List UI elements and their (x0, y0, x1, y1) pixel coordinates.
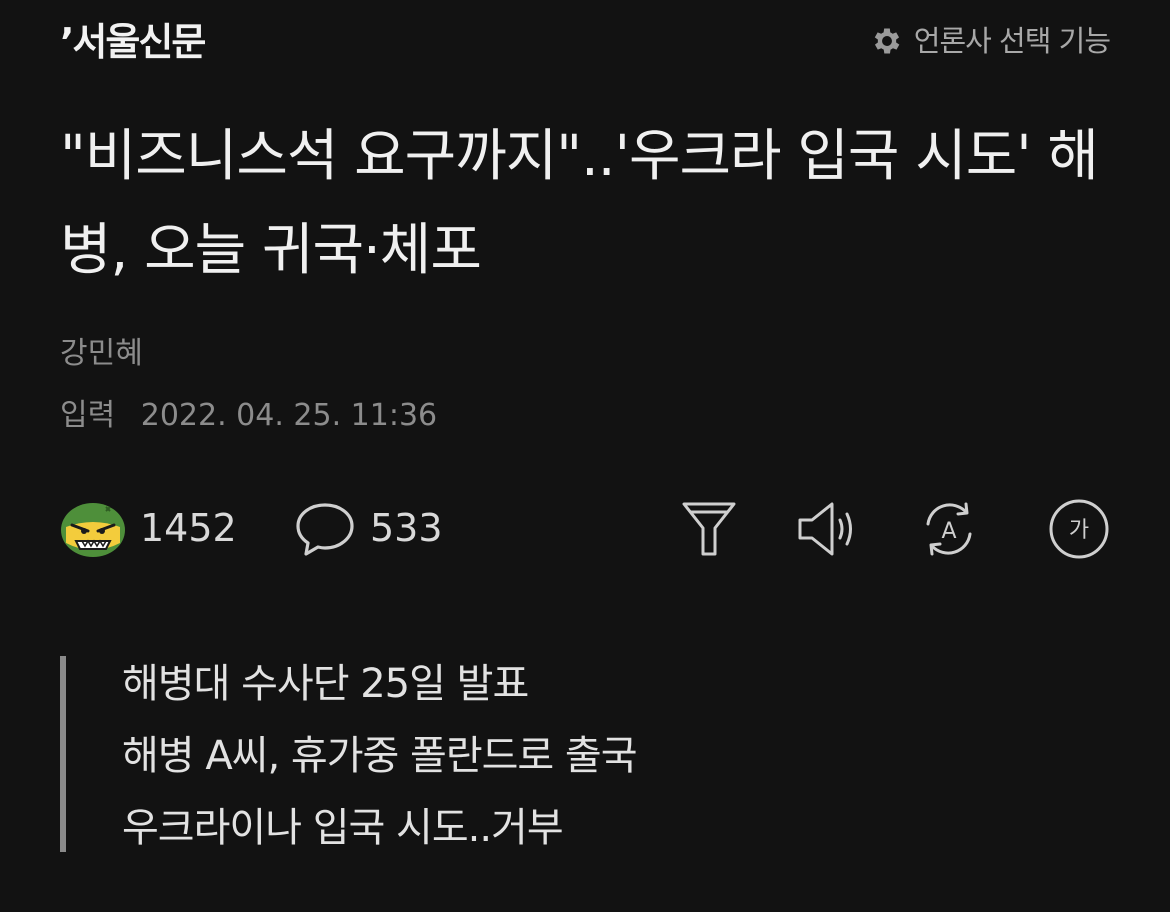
summary-line: 해병 A씨, 휴가중 폴란드로 출국 (122, 733, 638, 779)
listen-button[interactable] (796, 498, 858, 560)
font-size-button[interactable]: 가 (1048, 498, 1110, 560)
publisher-logo[interactable]: ’서울신문 (60, 14, 206, 70)
angry-face-icon (61, 503, 125, 557)
reaction-button[interactable]: 1452 (60, 496, 237, 560)
translate-glyph: A (941, 519, 956, 544)
translate-button[interactable]: A (918, 498, 980, 560)
publisher-select-button[interactable]: 언론사 선택 기능 (870, 18, 1111, 64)
article-date: 입력 2022. 04. 25. 11:36 (60, 392, 437, 440)
summary-line: 우크라이나 입국 시도..거부 (122, 805, 564, 851)
reaction-count: 1452 (140, 506, 237, 550)
translate-icon: A (926, 502, 972, 556)
article-action-bar: 1452 533 A 가 (60, 496, 1110, 560)
article-title: "비즈니스석 요구까지"..'우크라 입국 시도' 해병, 오늘 귀국·체포 (60, 124, 1099, 283)
date-label: 입력 (60, 398, 116, 433)
header: ’서울신문 언론사 선택 기능 (0, 0, 1170, 90)
filter-button[interactable] (678, 498, 740, 560)
funnel-icon (682, 502, 736, 556)
summary-line: 해병대 수사단 25일 발표 (122, 661, 529, 707)
gear-icon (874, 28, 900, 54)
speech-bubble-icon (296, 503, 354, 556)
speaker-icon (798, 502, 852, 556)
comment-count: 533 (370, 506, 443, 550)
font-size-icon: 가 (1049, 499, 1109, 559)
font-size-glyph: 가 (1069, 518, 1089, 543)
comment-button[interactable]: 533 (294, 496, 443, 560)
date-value: 2022. 04. 25. 11:36 (140, 398, 438, 433)
article-author[interactable]: 강민혜 (60, 330, 143, 378)
publisher-select-label: 언론사 선택 기능 (913, 24, 1111, 58)
article-summary: 해병대 수사단 25일 발표 해병 A씨, 휴가중 폴란드로 출국 우크라이나 … (60, 656, 638, 852)
